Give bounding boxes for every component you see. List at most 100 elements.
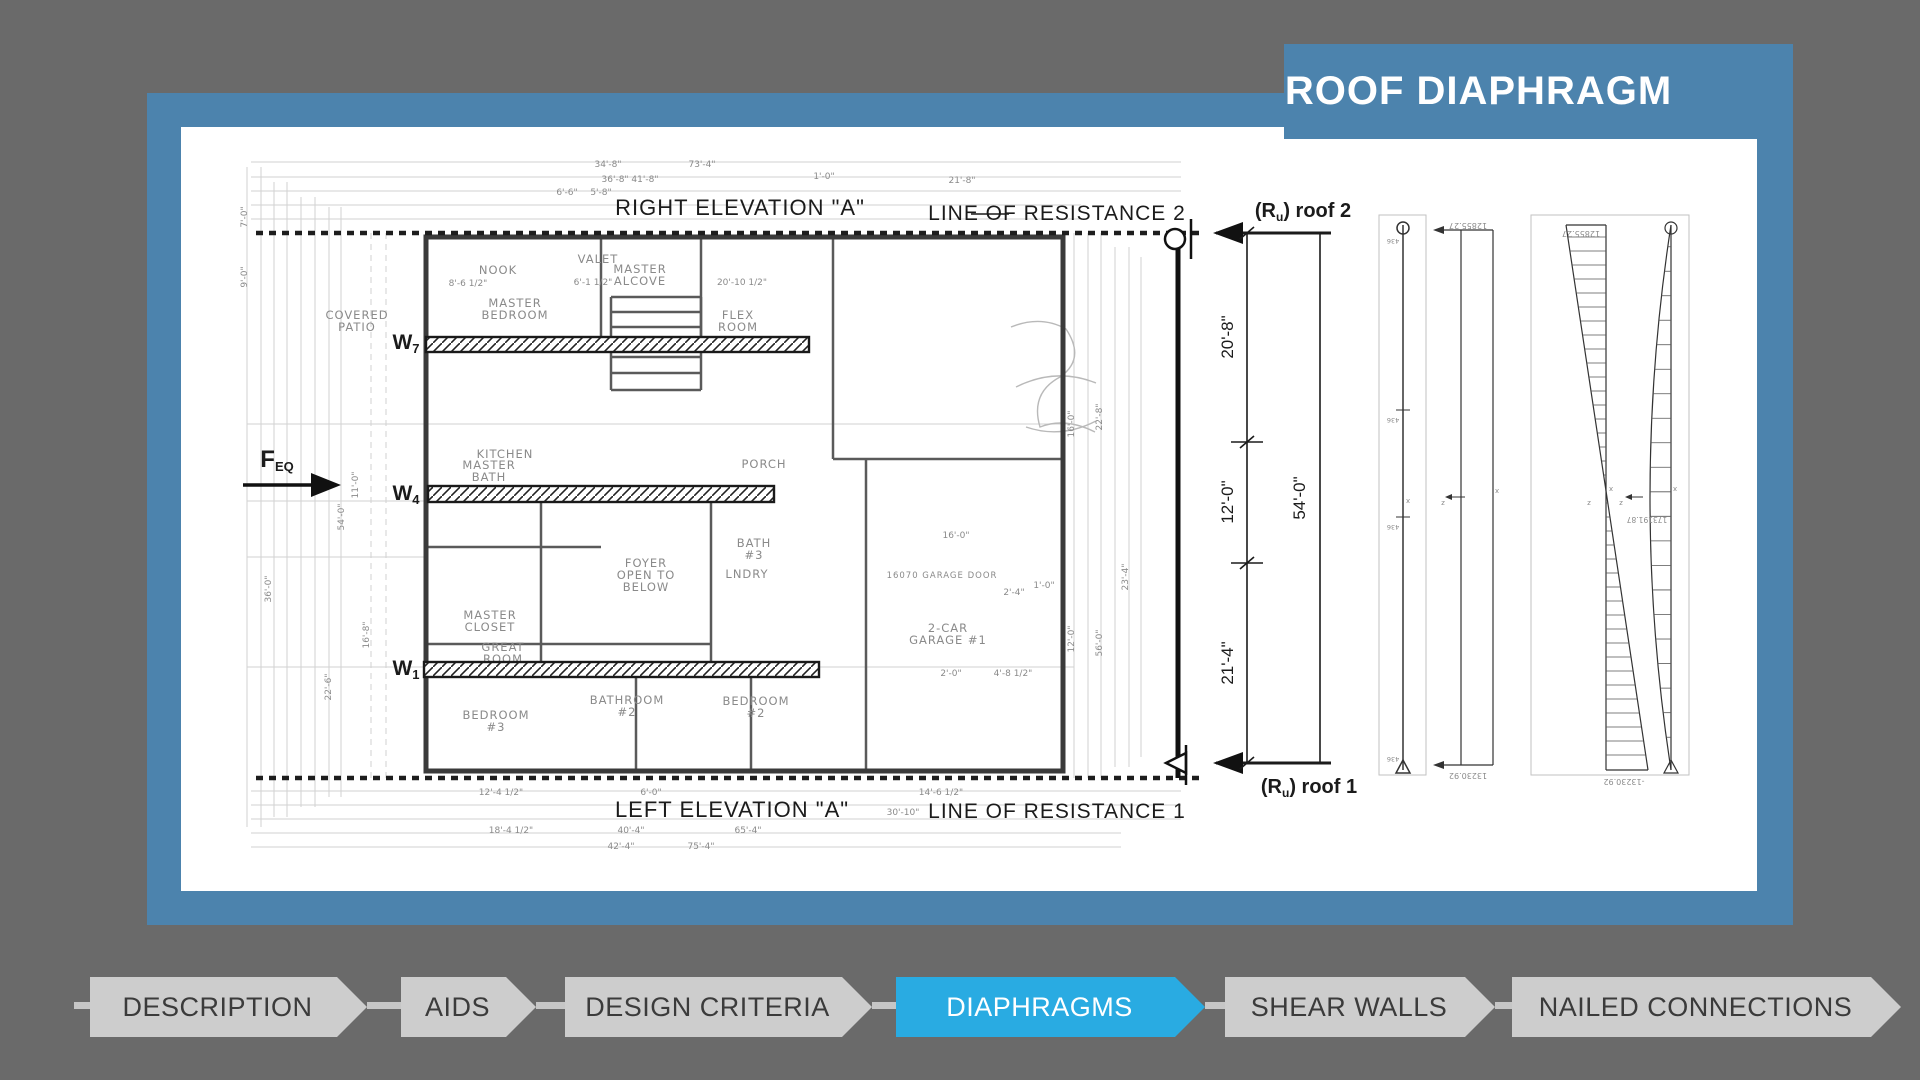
dimension-label: 14'-6 1/2" xyxy=(919,788,963,798)
axis-x-label: x xyxy=(1406,497,1410,505)
scan-text-layer: COVEREDPATIONOOKVALETMASTERALCOVEMASTERB… xyxy=(240,160,1131,852)
roof-diaphragm-diagram: COVEREDPATIONOOKVALETMASTERALCOVEMASTERB… xyxy=(240,160,1690,852)
room-label: 16070 GARAGE DOOR xyxy=(887,571,998,581)
reaction-roof2-label: (Ru) roof 2 xyxy=(1255,200,1351,224)
axis-z-label: z xyxy=(1441,499,1445,507)
support-roller-icon xyxy=(1163,227,1187,251)
load-value-label: 436 xyxy=(1387,523,1399,531)
nav-item-label: DIAPHRAGMS xyxy=(946,991,1133,1022)
shear-wall-w4 xyxy=(426,484,776,504)
seismic-force-arrow xyxy=(243,473,341,497)
room-label: ALCOVE xyxy=(614,274,666,288)
dimension-label: 11'-0" xyxy=(351,471,361,498)
dimension-label: 12'-0" xyxy=(1067,625,1077,652)
room-label: GARAGE #1 xyxy=(909,633,987,647)
room-label: LNDRY xyxy=(725,567,768,581)
dimension-label: 5'-8" xyxy=(590,188,611,198)
dimension-label: 16'-8" xyxy=(362,621,372,648)
shear-moment-frame xyxy=(1530,214,1690,776)
page-title: ROOF DIAPHRAGM xyxy=(1284,69,1673,113)
axis-z-label: z xyxy=(1619,499,1623,507)
shear-wall-w1 xyxy=(422,660,821,679)
room-label: VALET xyxy=(578,252,619,266)
reaction-arrow-roof1-icon xyxy=(1213,752,1243,774)
content-panel: COVERED PATIO NOOK VALET MASTER ALCOVE MASTER B… xyxy=(147,93,1793,925)
load-value-label: 436 xyxy=(1387,237,1399,245)
pencil-scribble xyxy=(1010,320,1097,433)
dimension-label: 30'-10" xyxy=(887,808,920,818)
room-label: NOOK xyxy=(479,263,517,277)
nav-connector xyxy=(1495,1002,1512,1009)
dimension-label: 18'-4 1/2" xyxy=(489,826,533,836)
force-arrowhead-icon xyxy=(311,473,341,497)
dimension-segment-label: 21'-4" xyxy=(1218,641,1237,684)
shear-wall-mark-w4: W4 xyxy=(392,482,420,507)
line-of-resistance-chord xyxy=(1163,219,1193,785)
right-elevation-label: RIGHT ELEVATION "A" xyxy=(615,195,865,220)
dimension-label: 1'-0" xyxy=(813,172,834,182)
dimension-label: 42'-4" xyxy=(607,842,634,852)
room-label: #3 xyxy=(487,720,506,734)
dimension-total-label: 54'-0" xyxy=(1290,476,1309,519)
dimension-label: 56'-0" xyxy=(1095,629,1105,656)
nav-item-aids[interactable]: AIDS xyxy=(401,977,536,1037)
dimension-segment-label: 20'-8" xyxy=(1218,315,1237,358)
dimension-label: 23'-4" xyxy=(1121,563,1131,590)
room-label: PORCH xyxy=(741,457,786,471)
nav-item-label: AIDS xyxy=(424,991,491,1022)
line-of-resistance-2-label: LINE OF RESISTANCE 2 xyxy=(928,202,1186,225)
reaction-bottom-label: 13230.92 xyxy=(1449,771,1487,780)
dimension-label: 75'-4" xyxy=(687,842,714,852)
shear-wall-w7 xyxy=(424,335,811,354)
dimension-label: 16'-0" xyxy=(942,531,969,541)
dimension-label: 2'-4" xyxy=(1003,588,1024,598)
axis-x-label: x xyxy=(1673,485,1677,493)
room-label: #2 xyxy=(747,706,766,720)
side-diagrams: 436 436 436 436 12855.27 13230.92 12855.27 -132… xyxy=(1378,214,1690,786)
reaction-top-label: 12855.27 xyxy=(1449,221,1487,230)
dimension-label: 16'-0" xyxy=(1067,410,1077,437)
scan-background-lines xyxy=(246,161,1181,848)
dimension-label: 4'-8 1/2" xyxy=(994,669,1033,679)
axis-z-label: z xyxy=(1587,499,1591,507)
nav-connector xyxy=(74,1002,90,1009)
nav-item-label: DESCRIPTION xyxy=(122,991,313,1022)
dimension-label: 54'-0" xyxy=(337,503,347,530)
seismic-force-label: FEQ xyxy=(260,446,293,474)
room-label: ROOM xyxy=(718,320,758,334)
nav-item-nailed-connections[interactable]: NAILED CONNECTIONS xyxy=(1512,977,1901,1037)
slide: ROOF DIAPHRAGM COVERED PATIO NOOK VALET … xyxy=(0,0,1920,1080)
reaction-roof1-label: (Ru) roof 1 xyxy=(1261,776,1357,800)
dimension-label: 12'-4 1/2" xyxy=(479,788,523,798)
load-value-label: 436 xyxy=(1387,416,1399,424)
nav-connector xyxy=(367,1002,401,1009)
shear-min-label: -13230.92 xyxy=(1603,777,1644,786)
dimension-label: 20'-10 1/2" xyxy=(717,278,767,288)
dimension-segment-label: 12'-0" xyxy=(1218,480,1237,523)
dimension-label: 6'-6" xyxy=(556,188,577,198)
nav-connector xyxy=(1205,1002,1225,1009)
nav-item-design-criteria[interactable]: DESIGN CRITERIA xyxy=(565,977,872,1037)
room-label: BEDROOM xyxy=(481,308,548,322)
room-label: BATH xyxy=(472,470,507,484)
moment-max-label: 173191.87 xyxy=(1626,515,1667,524)
room-label: #3 xyxy=(745,548,764,562)
content-panel-inner: COVERED PATIO NOOK VALET MASTER ALCOVE MASTER B… xyxy=(181,127,1757,891)
nav-connector xyxy=(536,1002,565,1009)
line-of-resistance-1-label: LINE OF RESISTANCE 1 xyxy=(928,800,1186,823)
dimension-label: 9'-0" xyxy=(240,266,250,287)
dimension-label: 36'-8" 41'-8" xyxy=(602,175,659,185)
nav-item-label: NAILED CONNECTIONS xyxy=(1538,991,1853,1022)
dimension-label: 8'-6 1/2" xyxy=(449,279,488,289)
axis-x-label: x xyxy=(1495,487,1499,495)
axis-x-label: x xyxy=(1609,485,1613,493)
dimension-label: 7'-0" xyxy=(240,206,250,227)
dimension-label: 22'-8" xyxy=(1095,403,1105,430)
nav-item-shear-walls[interactable]: SHEAR WALLS xyxy=(1225,977,1495,1037)
room-label: BELOW xyxy=(623,580,670,594)
shear-wall-mark-w7: W7 xyxy=(392,331,419,356)
nav-item-label: DESIGN CRITERIA xyxy=(585,991,830,1022)
dimension-label: 34'-8" xyxy=(594,160,621,170)
nav-item-description[interactable]: DESCRIPTION xyxy=(90,977,367,1037)
nav-item-diaphragms[interactable]: DIAPHRAGMS xyxy=(896,977,1205,1037)
